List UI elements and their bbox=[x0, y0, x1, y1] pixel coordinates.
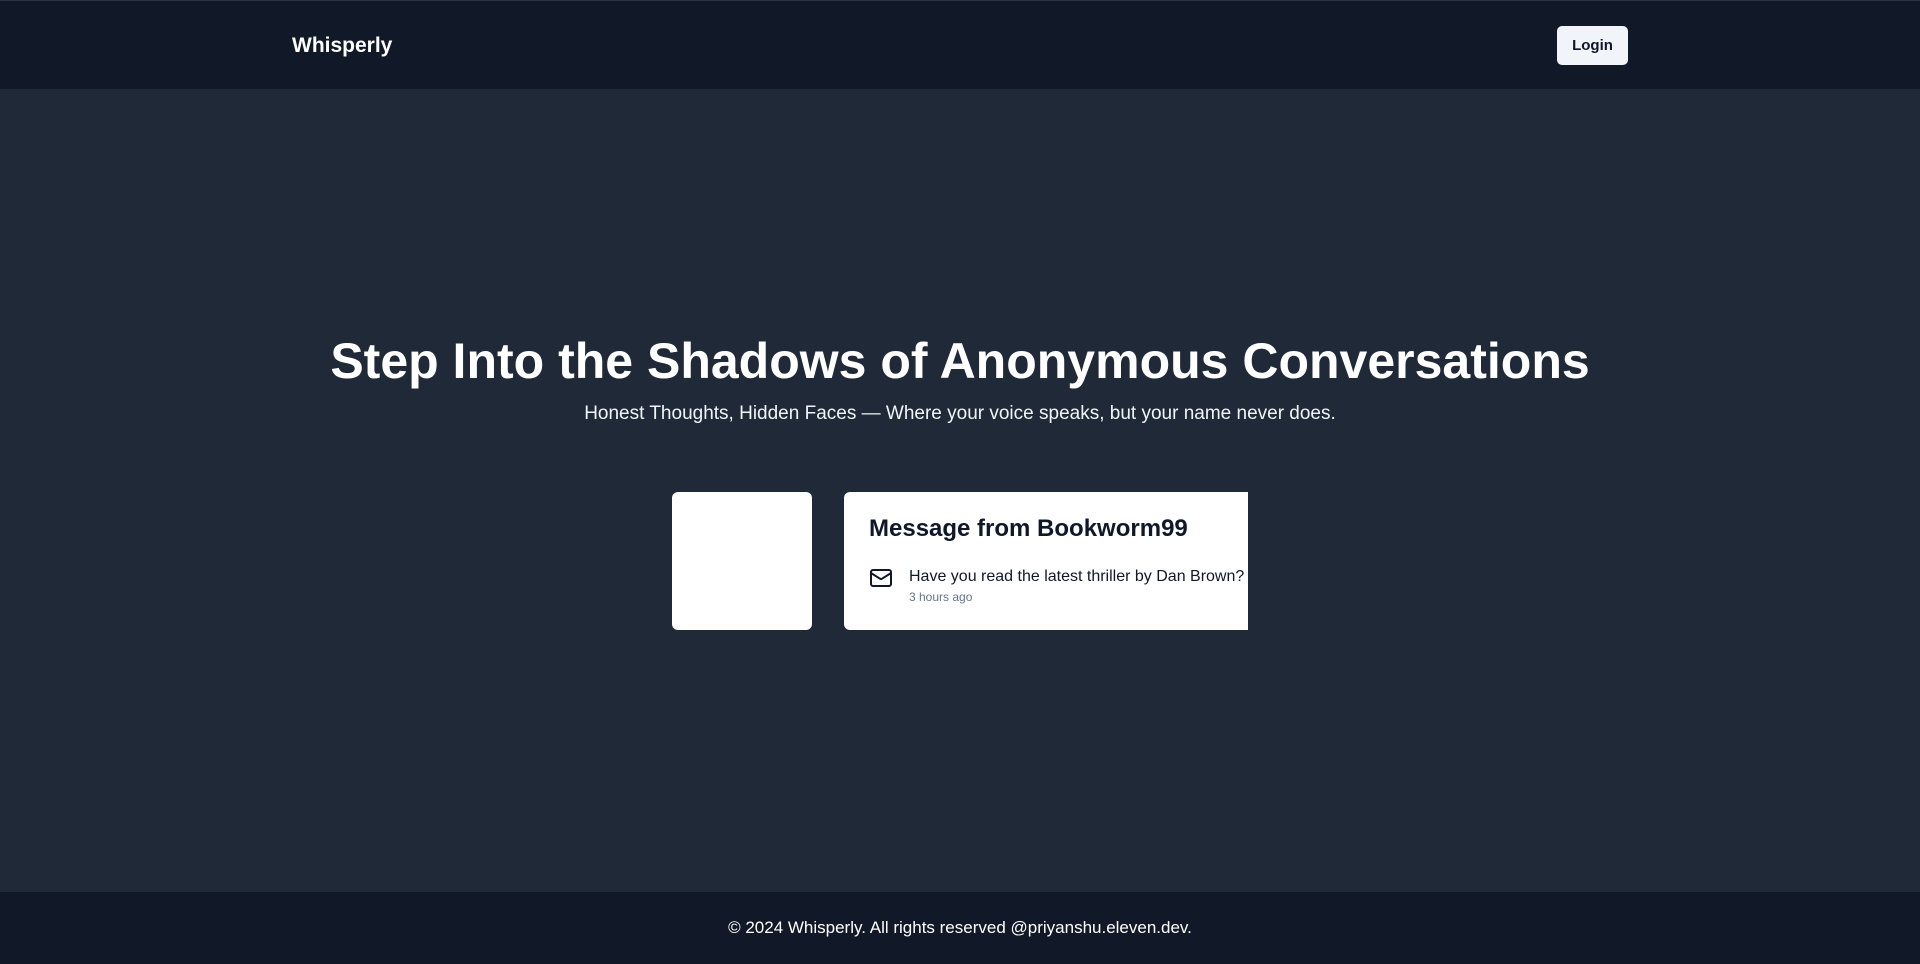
message-carousel[interactable]: Message from Bookworm99 Have you read th… bbox=[672, 492, 1248, 630]
carousel-card-previous bbox=[672, 492, 812, 630]
carousel-card-current: Message from Bookworm99 Have you read th… bbox=[844, 492, 1248, 630]
mail-icon bbox=[869, 566, 893, 590]
footer-copyright: © 2024 Whisperly. All rights reserved @p… bbox=[728, 918, 1192, 937]
message-timestamp: 3 hours ago bbox=[909, 590, 973, 604]
footer: © 2024 Whisperly. All rights reserved @p… bbox=[0, 892, 1920, 964]
hero-section: Step Into the Shadows of Anonymous Conve… bbox=[0, 89, 1920, 892]
login-button[interactable]: Login bbox=[1557, 26, 1628, 65]
message-card-title: Message from Bookworm99 bbox=[869, 515, 1188, 542]
message-content: Have you read the latest thriller by Dan… bbox=[909, 568, 1245, 585]
hero-title: Step Into the Shadows of Anonymous Conve… bbox=[330, 333, 1590, 389]
hero-subtitle: Honest Thoughts, Hidden Faces — Where yo… bbox=[584, 403, 1336, 424]
brand-logo-text[interactable]: Whisperly bbox=[292, 33, 392, 59]
navbar: Whisperly Login bbox=[0, 0, 1920, 89]
page: Whisperly Login Step Into the Shadows of… bbox=[0, 0, 1920, 964]
